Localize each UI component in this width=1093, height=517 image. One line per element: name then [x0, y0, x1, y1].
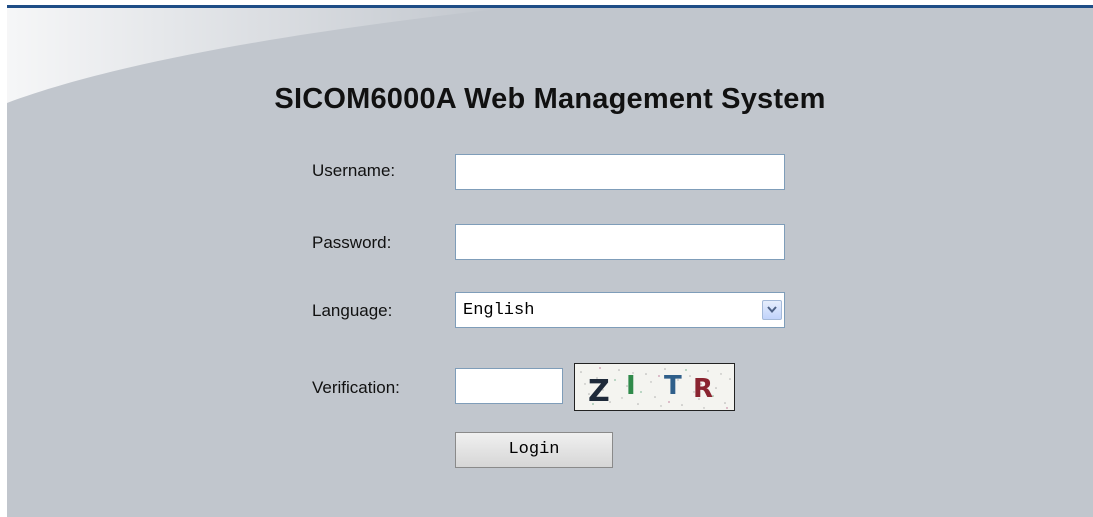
language-label: Language:: [312, 301, 393, 320]
username-input[interactable]: [455, 154, 785, 190]
dropdown-button[interactable]: [762, 300, 782, 320]
svg-text:T: T: [664, 371, 682, 401]
login-button[interactable]: Login: [455, 432, 613, 468]
svg-text:I: I: [626, 371, 636, 401]
page-title: SICOM6000A Web Management System: [274, 83, 826, 115]
password-label: Password:: [312, 233, 392, 252]
username-label: Username:: [312, 161, 396, 180]
login-panel: SICOM6000A Web Management System Usernam…: [7, 5, 1093, 517]
captcha-graphic: Z I T R: [575, 364, 734, 410]
language-selected-value: English: [463, 301, 535, 320]
password-input[interactable]: [455, 224, 785, 260]
verification-input[interactable]: [455, 368, 563, 404]
svg-text:R: R: [693, 374, 713, 404]
verification-label: Verification:: [312, 378, 400, 397]
language-select[interactable]: English: [455, 292, 785, 328]
svg-text:Z: Z: [588, 374, 610, 409]
chevron-down-icon: [767, 306, 777, 314]
captcha-image[interactable]: Z I T R: [574, 363, 735, 411]
